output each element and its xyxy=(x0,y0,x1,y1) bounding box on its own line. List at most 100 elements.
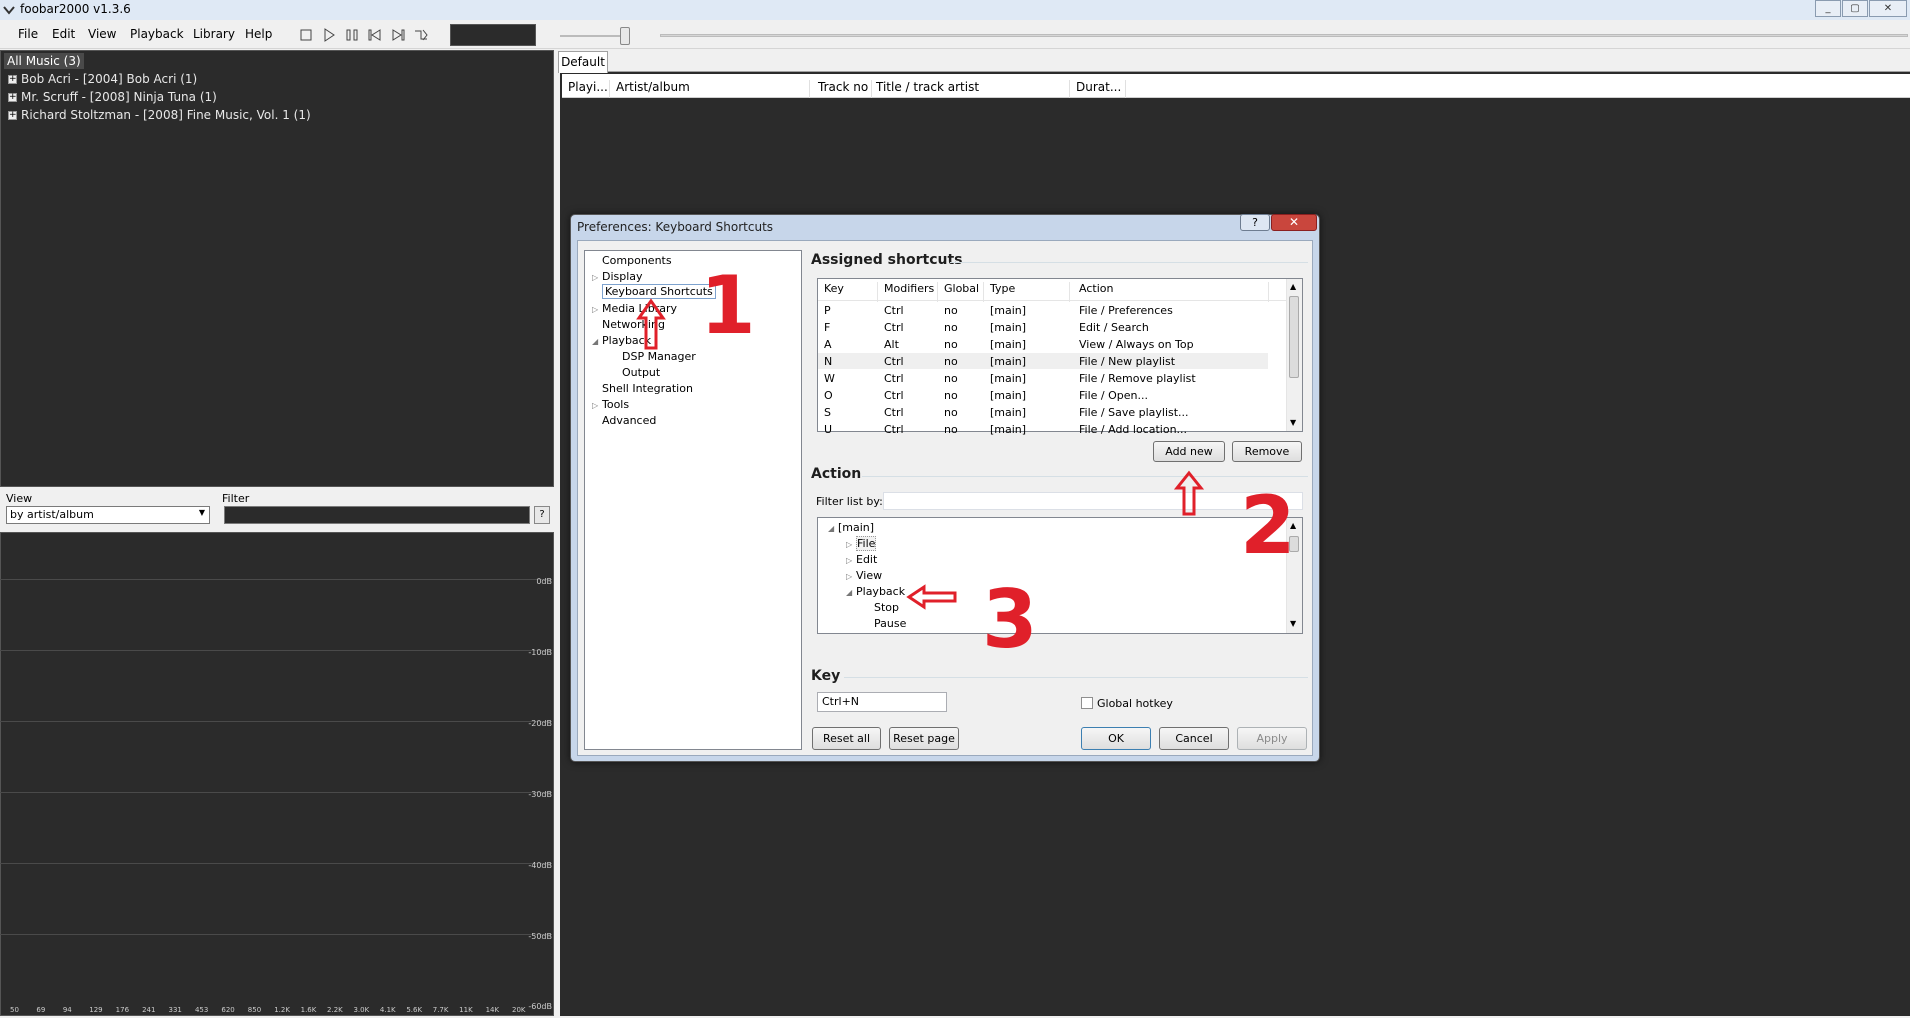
menu-library[interactable]: Library xyxy=(193,27,235,41)
menu-view[interactable]: View xyxy=(88,27,116,41)
dialog-help-button[interactable]: ? xyxy=(1240,214,1270,231)
close-window-button[interactable]: ✕ xyxy=(1869,0,1907,17)
play-icon[interactable] xyxy=(321,27,337,43)
stop-icon[interactable] xyxy=(298,27,314,43)
column-action[interactable]: Action xyxy=(1079,282,1269,302)
menu-edit[interactable]: Edit xyxy=(52,27,75,41)
tree-item-tools[interactable]: ▷ Tools xyxy=(592,398,629,411)
shortcut-cell-action[interactable]: File / Add location... xyxy=(1079,423,1187,435)
shortcut-cell-modifiers[interactable]: Ctrl xyxy=(884,406,904,419)
reset-all-button[interactable]: Reset all xyxy=(812,727,881,750)
action-tree-item[interactable]: ◢ Playback xyxy=(846,585,905,598)
shortcut-cell-global[interactable]: no xyxy=(944,321,958,334)
expand-icon[interactable]: + xyxy=(8,75,17,84)
shortcut-cell-key[interactable]: U xyxy=(824,423,832,435)
shortcut-cell-action[interactable]: View / Always on Top xyxy=(1079,338,1194,351)
add-new-button[interactable]: Add new xyxy=(1153,441,1225,462)
shortcut-cell-global[interactable]: no xyxy=(944,338,958,351)
action-tree-item[interactable]: ◢ [main] xyxy=(828,521,874,534)
shortcut-cell-global[interactable]: no xyxy=(944,355,958,368)
menu-help[interactable]: Help xyxy=(245,27,272,41)
view-select[interactable]: by artist/album ▼ xyxy=(6,506,210,524)
shortcut-cell-key[interactable]: N xyxy=(824,355,832,368)
column-global[interactable]: Global xyxy=(944,282,984,302)
scroll-down-icon[interactable]: ▼ xyxy=(1290,619,1296,628)
shortcut-cell-action[interactable]: File / Save playlist... xyxy=(1079,406,1189,419)
shortcut-cell-type[interactable]: [main] xyxy=(990,355,1026,368)
menu-playback[interactable]: Playback xyxy=(130,27,184,41)
expand-arrow-icon[interactable]: ▷ xyxy=(846,540,856,549)
apply-button[interactable]: Apply xyxy=(1237,727,1307,750)
shortcut-cell-global[interactable]: no xyxy=(944,304,958,317)
menu-file[interactable]: File xyxy=(18,27,38,41)
shortcut-cell-action[interactable]: File / New playlist xyxy=(1079,355,1175,368)
shortcut-cell-global[interactable]: no xyxy=(944,423,958,435)
shortcut-cell-action[interactable]: File / Preferences xyxy=(1079,304,1173,317)
tab-default[interactable]: Default xyxy=(558,51,608,73)
column-artist-album[interactable]: Artist/album xyxy=(616,80,810,98)
shortcut-cell-type[interactable]: [main] xyxy=(990,321,1026,334)
shortcut-cell-key[interactable]: W xyxy=(824,372,835,385)
shortcut-cell-key[interactable]: O xyxy=(824,389,833,402)
minimize-button[interactable]: _ xyxy=(1815,0,1841,17)
shortcut-cell-key[interactable]: S xyxy=(824,406,831,419)
maximize-button[interactable]: ▢ xyxy=(1842,0,1868,17)
filter-help-button[interactable]: ? xyxy=(534,506,550,524)
expand-icon[interactable]: + xyxy=(8,93,17,102)
shortcut-cell-type[interactable]: [main] xyxy=(990,338,1026,351)
column-key[interactable]: Key xyxy=(824,282,878,302)
tree-item-keyboard-shortcuts[interactable]: Keyboard Shortcuts xyxy=(592,284,716,299)
filter-input[interactable] xyxy=(224,506,530,524)
pause-icon[interactable] xyxy=(344,27,360,43)
action-tree-item[interactable]: Stop xyxy=(864,601,899,614)
shortcut-cell-key[interactable]: F xyxy=(824,321,830,334)
app-icon[interactable] xyxy=(3,4,15,16)
remove-button[interactable]: Remove xyxy=(1232,441,1302,462)
action-tree-item[interactable]: ▷ View xyxy=(846,569,882,582)
shortcut-cell-type[interactable]: [main] xyxy=(990,389,1026,402)
action-tree-item[interactable]: Pause xyxy=(864,617,906,630)
volume-slider-thumb[interactable] xyxy=(620,27,630,45)
shortcut-cell-type[interactable]: [main] xyxy=(990,372,1026,385)
seek-bar[interactable] xyxy=(660,34,1908,37)
cancel-button[interactable]: Cancel xyxy=(1159,727,1229,750)
reset-page-button[interactable]: Reset page xyxy=(889,727,959,750)
shortcut-cell-key[interactable]: P xyxy=(824,304,831,317)
expand-arrow-icon[interactable]: ◢ xyxy=(828,524,838,533)
tree-item-components[interactable]: Components xyxy=(592,254,672,267)
column-duration[interactable]: Durat... xyxy=(1076,80,1126,98)
shortcut-cell-modifiers[interactable]: Ctrl xyxy=(884,389,904,402)
library-item[interactable]: + Richard Stoltzman - [2008] Fine Music, … xyxy=(8,108,311,122)
scrollbar-thumb[interactable] xyxy=(1289,296,1299,378)
shortcut-cell-modifiers[interactable]: Alt xyxy=(884,338,899,351)
tree-item-output[interactable]: Output xyxy=(612,366,660,379)
shortcut-cell-global[interactable]: no xyxy=(944,406,958,419)
expand-arrow-icon[interactable]: ▷ xyxy=(846,556,856,565)
shortcut-cell-modifiers[interactable]: Ctrl xyxy=(884,321,904,334)
shortcut-cell-global[interactable]: no xyxy=(944,389,958,402)
shortcut-cell-key[interactable]: A xyxy=(824,338,832,351)
expand-arrow-icon[interactable]: ▷ xyxy=(592,401,602,410)
shortcut-cell-modifiers[interactable]: Ctrl xyxy=(884,355,904,368)
dialog-close-button[interactable]: ✕ xyxy=(1271,214,1317,231)
shortcut-cell-modifiers[interactable]: Ctrl xyxy=(884,423,904,435)
library-item[interactable]: + Mr. Scruff - [2008] Ninja Tuna (1) xyxy=(8,90,217,104)
collapse-arrow-icon[interactable]: ◢ xyxy=(592,337,602,346)
shortcut-cell-type[interactable]: [main] xyxy=(990,304,1026,317)
expand-icon[interactable]: + xyxy=(8,111,17,120)
scroll-up-icon[interactable]: ▲ xyxy=(1290,282,1296,291)
key-input[interactable]: Ctrl+N xyxy=(817,692,947,712)
library-item[interactable]: + Bob Acri - [2004] Bob Acri (1) xyxy=(8,72,197,86)
shortcut-cell-modifiers[interactable]: Ctrl xyxy=(884,372,904,385)
shortcut-cell-action[interactable]: File / Open... xyxy=(1079,389,1148,402)
shortcut-cell-action[interactable]: Edit / Search xyxy=(1079,321,1149,334)
column-track-no[interactable]: Track no xyxy=(818,80,872,98)
shortcut-cell-type[interactable]: [main] xyxy=(990,406,1026,419)
tree-item-display[interactable]: ▷ Display xyxy=(592,270,643,283)
expand-arrow-icon[interactable]: ◢ xyxy=(846,588,856,597)
library-root-item[interactable]: All Music (3) xyxy=(4,53,84,69)
shortcut-cell-modifiers[interactable]: Ctrl xyxy=(884,304,904,317)
random-icon[interactable] xyxy=(413,27,429,43)
tree-item-shell-integration[interactable]: Shell Integration xyxy=(592,382,693,395)
ok-button[interactable]: OK xyxy=(1081,727,1151,750)
